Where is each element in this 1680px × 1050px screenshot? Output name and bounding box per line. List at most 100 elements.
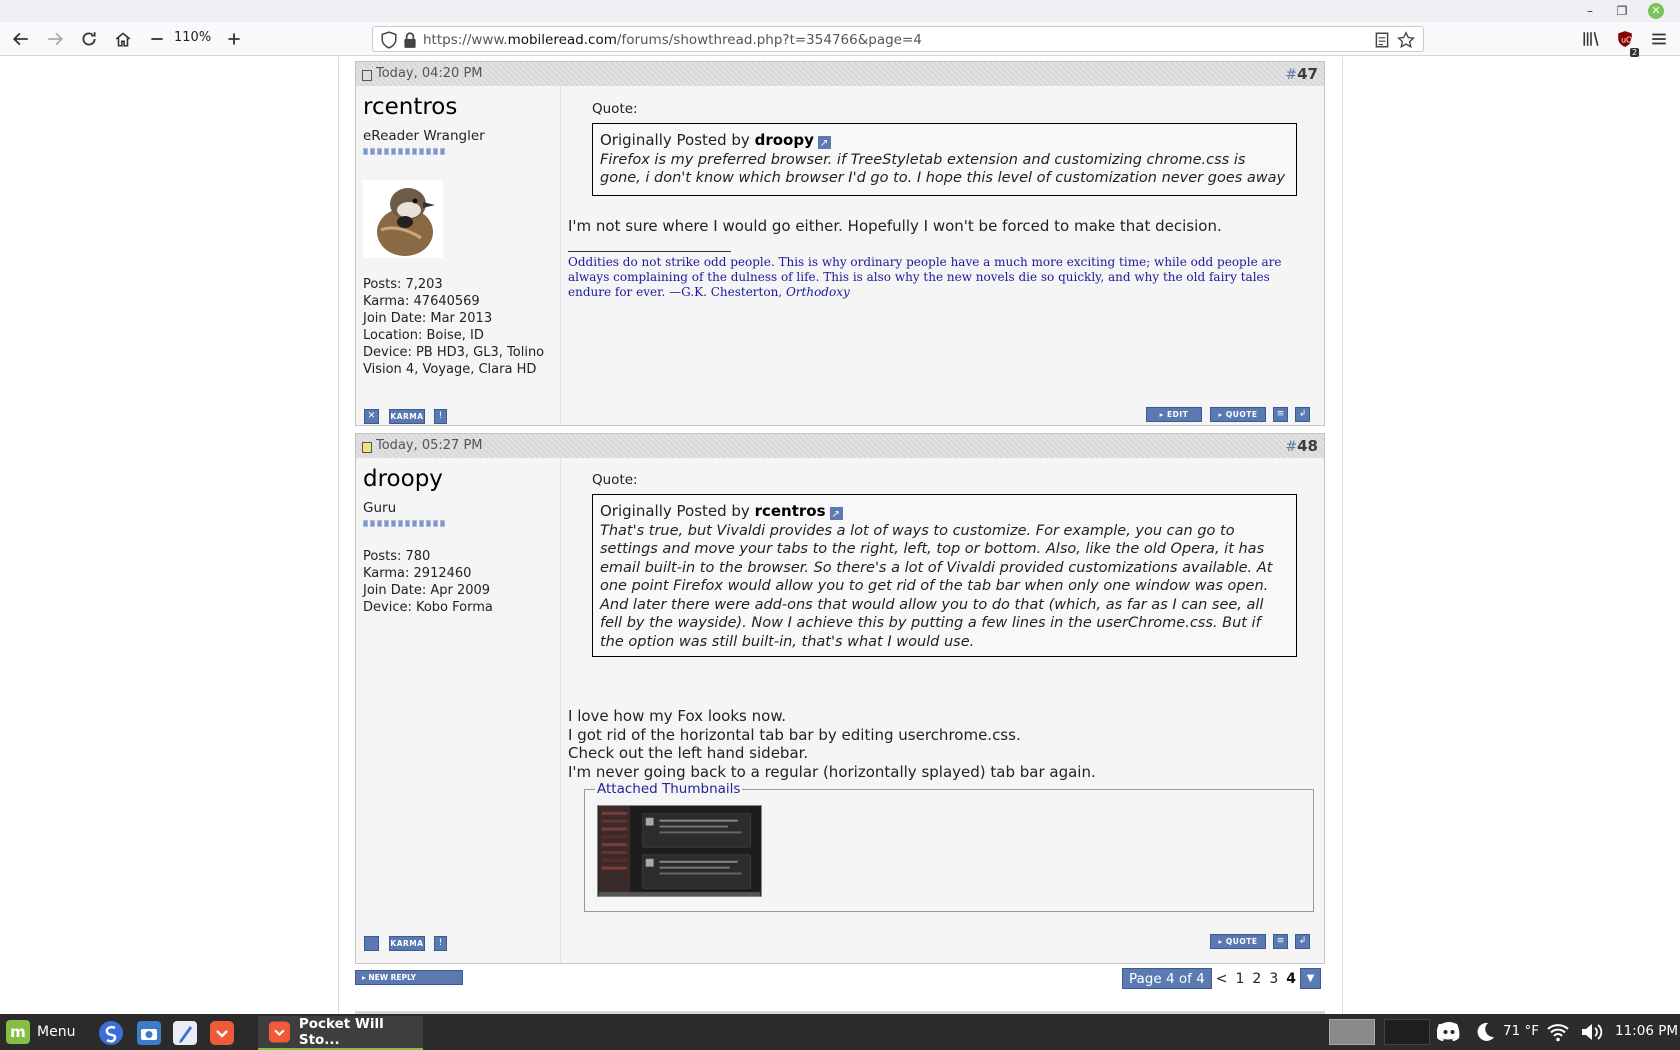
pagination: Page 4 of 4 < 1 2 3 4 ▼	[1122, 968, 1321, 989]
workspace-2[interactable]	[1384, 1019, 1430, 1045]
simplenote-icon[interactable]	[98, 1020, 124, 1046]
pocket-icon[interactable]	[209, 1020, 235, 1046]
chevron-down-icon[interactable]: ▼	[1300, 968, 1321, 989]
restore-icon[interactable]: ❐	[1614, 3, 1630, 19]
ublock-badge: 2	[1630, 48, 1640, 57]
lock-icon[interactable]	[401, 31, 419, 49]
author-device: Device: PB HD3, GL3, Tolino Vision 4, Vo…	[363, 345, 545, 377]
post-content: Quote: Originally Posted by rcentros Tha…	[568, 458, 1318, 963]
url-bar[interactable]: https://www.mobileread.com/forums/showth…	[372, 26, 1424, 52]
discord-icon[interactable]	[1437, 1021, 1461, 1043]
warn-icon[interactable]: !	[434, 409, 447, 424]
workspace-1[interactable]	[1329, 1019, 1375, 1045]
multi-quote-icon[interactable]: ≡	[1273, 407, 1288, 422]
browser-toolbar: 110% https://www.mobileread.com/forums/s…	[0, 22, 1680, 57]
hamburger-icon[interactable]	[1646, 26, 1672, 52]
window-titlebar: – ❐ ✕	[0, 0, 1680, 22]
karma-button[interactable]: KARMA	[389, 409, 425, 424]
author-title: Guru	[363, 500, 397, 516]
page-link-3[interactable]: 3	[1265, 971, 1282, 987]
post-status-icon	[362, 442, 372, 453]
clock[interactable]: 11:06 PM	[1615, 1023, 1678, 1039]
post-message: I love how my Fox looks now. I got rid o…	[568, 707, 1096, 781]
quick-reply-icon[interactable]: ↲	[1295, 407, 1310, 422]
forward-arrow-icon[interactable]	[42, 26, 68, 52]
zoom-level[interactable]: 110%	[174, 30, 211, 45]
post-date: Today, 04:20 PM	[376, 66, 483, 81]
minimize-icon[interactable]: –	[1582, 3, 1598, 19]
signature-divider	[568, 251, 731, 252]
quote-button[interactable]: ▸ QUOTE	[1210, 934, 1266, 949]
author-posts: Posts: 780	[363, 549, 431, 564]
url-text[interactable]: https://www.mobileread.com/forums/showth…	[423, 32, 922, 48]
quote-prefix: Originally Posted by	[600, 502, 750, 520]
text-editor-icon[interactable]	[172, 1020, 198, 1046]
multi-quote-icon[interactable]: ≡	[1273, 934, 1288, 949]
taskbar: m Menu Pocket Will Sto... 71 °F 11:06 PM	[0, 1014, 1680, 1050]
karma-button[interactable]: KARMA	[389, 936, 425, 951]
quote-author[interactable]: droopy	[755, 131, 814, 149]
mint-logo-icon: m	[6, 1020, 30, 1044]
back-arrow-icon[interactable]	[8, 26, 34, 52]
attachment-thumbnail[interactable]	[597, 805, 762, 897]
column-border	[338, 57, 339, 1014]
prev-page-link[interactable]: <	[1212, 971, 1232, 987]
shield-icon[interactable]	[380, 31, 398, 49]
new-reply-button[interactable]: ▸ NEW REPLY	[355, 970, 463, 985]
quote-label: Quote:	[592, 472, 638, 488]
reputation-bar	[363, 520, 445, 527]
page-link-2[interactable]: 2	[1248, 971, 1265, 987]
post-number-link[interactable]: #48	[1285, 437, 1318, 455]
author-location: Location: Boise, ID	[363, 328, 484, 343]
post-author-sidebar: rcentros eReader Wrangler Posts: 7,203 K…	[356, 86, 561, 425]
view-post-icon[interactable]	[817, 135, 831, 154]
library-icon[interactable]	[1578, 26, 1604, 52]
reload-icon[interactable]	[76, 26, 102, 52]
attachments-box: Attached Thumbnails	[584, 781, 1314, 912]
pocket-icon	[268, 1021, 290, 1043]
report-icon[interactable]	[364, 936, 379, 951]
author-info: Posts: 7,203 Karma: 47640569 Join Date: …	[363, 276, 558, 378]
svg-text:uO: uO	[1621, 35, 1632, 44]
quick-reply-icon[interactable]: ↲	[1295, 934, 1310, 949]
camera-icon[interactable]	[136, 1020, 162, 1046]
edit-button[interactable]: ▸ EDIT	[1146, 407, 1202, 422]
author-posts: Posts: 7,203	[363, 277, 443, 292]
reputation-bar	[363, 148, 445, 155]
menu-label: Menu	[37, 1024, 76, 1040]
quote-label: Quote:	[592, 101, 638, 117]
star-icon[interactable]	[1397, 31, 1415, 49]
report-icon[interactable]: ✕	[364, 409, 379, 424]
author-name[interactable]: rcentros	[363, 94, 457, 120]
start-menu-button[interactable]: m Menu	[6, 1018, 75, 1046]
author-join-date: Join Date: Mar 2013	[363, 311, 493, 326]
page-current: 4	[1286, 970, 1296, 987]
post-author-sidebar: droopy Guru Posts: 780 Karma: 2912460 Jo…	[356, 458, 561, 963]
quote-text: Firefox is my preferred browser. if Tree…	[600, 151, 1286, 187]
warn-icon[interactable]: !	[434, 936, 447, 951]
zoom-out-button[interactable]	[144, 26, 170, 52]
signature: Oddities do not strike odd people. This …	[568, 255, 1282, 299]
author-name[interactable]: droopy	[363, 466, 443, 492]
close-icon[interactable]: ✕	[1648, 3, 1664, 19]
quote-author[interactable]: rcentros	[755, 502, 826, 520]
page-link-1[interactable]: 1	[1231, 971, 1248, 987]
quote-box: Originally Posted by rcentros That's tru…	[592, 494, 1297, 657]
reader-view-icon[interactable]	[1373, 31, 1391, 49]
author-karma: Karma: 47640569	[363, 294, 480, 309]
taskbar-window-pocket[interactable]: Pocket Will Sto...	[258, 1016, 423, 1050]
quote-button[interactable]: ▸ QUOTE	[1210, 407, 1266, 422]
night-light-icon[interactable]	[1474, 1021, 1496, 1043]
quote-text: That's true, but Vivaldi provides a lot …	[600, 522, 1273, 650]
volume-icon[interactable]	[1580, 1021, 1604, 1043]
post-status-icon	[362, 70, 372, 81]
weather-temperature[interactable]: 71 °F	[1503, 1023, 1539, 1039]
avatar[interactable]	[363, 180, 443, 258]
view-post-icon[interactable]	[829, 506, 843, 525]
column-border	[1342, 57, 1343, 1014]
home-icon[interactable]	[110, 26, 136, 52]
post-number-link[interactable]: #47	[1285, 65, 1318, 83]
wifi-icon[interactable]	[1546, 1021, 1570, 1043]
zoom-in-button[interactable]	[221, 26, 247, 52]
post-47: Today, 04:20 PM #47 rcentros eReader Wra…	[355, 61, 1325, 426]
